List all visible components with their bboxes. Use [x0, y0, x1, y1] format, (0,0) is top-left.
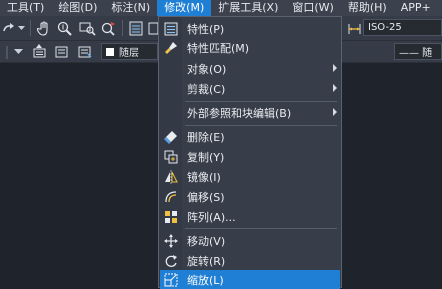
menu-tools[interactable]: 工具(T)	[0, 0, 51, 16]
dimension-style-value: ISO-25	[368, 22, 402, 33]
layer-color-value: 随层	[119, 48, 139, 59]
eraser-icon	[160, 127, 182, 146]
menu-item-label: 对象(O)	[187, 62, 227, 76]
menu-item-label: 镜像(I)	[187, 170, 221, 184]
layer-color-select[interactable]: 随层	[101, 43, 158, 60]
layer-dropdown-chevron-icon[interactable]	[12, 45, 24, 59]
color-swatch	[106, 47, 114, 56]
menu-item-properties[interactable]: 特性(P)	[160, 19, 340, 38]
make-object-layer-current-icon[interactable]	[76, 43, 92, 60]
menu-item-copy[interactable]: 复制(Y)	[160, 147, 340, 166]
redo-dropdown-chevron-icon[interactable]	[17, 24, 25, 32]
menu-separator	[185, 101, 337, 102]
modify-menu-dropdown: 特性(P) 特性匹配(M) 对象(O) 剪裁(C) 外部参照和块编辑(B) 删除…	[158, 16, 342, 289]
layer-previous-icon[interactable]	[31, 43, 47, 60]
menu-modify[interactable]: 修改(M)	[157, 0, 212, 16]
menu-draw[interactable]: 绘图(D)	[51, 0, 104, 16]
menu-item-label: 剪裁(C)	[187, 82, 226, 96]
rotate-icon	[160, 251, 182, 270]
linetype-value: —— 随	[399, 48, 433, 59]
menu-item-label: 删除(E)	[187, 130, 225, 144]
zoom-realtime-icon[interactable]	[56, 20, 72, 36]
menu-separator	[185, 228, 337, 229]
menu-window[interactable]: 窗口(W)	[285, 0, 340, 16]
menu-item-label: 复制(Y)	[187, 150, 225, 164]
menu-item-label: 偏移(S)	[187, 190, 225, 204]
menu-dimension[interactable]: 标注(N)	[104, 0, 157, 16]
menu-item-erase[interactable]: 删除(E)	[160, 127, 340, 146]
offset-icon	[160, 187, 182, 206]
menu-item-object[interactable]: 对象(O)	[160, 59, 340, 78]
dimension-style-select[interactable]: ISO-25	[363, 19, 442, 36]
menu-item-rotate[interactable]: 旋转(R)	[160, 251, 340, 270]
design-center-icon[interactable]	[148, 20, 158, 36]
menu-item-xref-block-edit[interactable]: 外部参照和块编辑(B)	[160, 103, 340, 122]
menu-help[interactable]: 帮助(H)	[341, 0, 394, 16]
mirror-icon	[160, 167, 182, 186]
menu-item-label: 阵列(A)...	[187, 210, 236, 224]
menu-item-label: 特性(P)	[187, 22, 225, 36]
menu-separator	[185, 125, 337, 126]
menu-item-offset[interactable]: 偏移(S)	[160, 187, 340, 206]
menu-item-label: 缩放(L)	[187, 273, 224, 287]
copy-icon	[160, 147, 182, 166]
zoom-previous-icon[interactable]	[100, 20, 116, 36]
redo-icon[interactable]	[2, 20, 16, 36]
menu-item-array[interactable]: 阵列(A)...	[160, 207, 340, 226]
submenu-arrow-icon	[333, 108, 337, 116]
move-icon	[160, 231, 182, 250]
menu-item-clip[interactable]: 剪裁(C)	[160, 79, 340, 98]
properties-icon	[160, 19, 182, 38]
menu-extended-tools[interactable]: 扩展工具(X)	[211, 0, 285, 16]
menu-item-icon-placeholder	[160, 79, 182, 98]
menu-app-plus[interactable]: APP+	[394, 0, 438, 16]
submenu-arrow-icon	[333, 84, 337, 92]
menu-item-match-properties[interactable]: 特性匹配(M)	[160, 38, 340, 57]
properties-palette-icon[interactable]	[128, 20, 144, 36]
menu-item-label: 外部参照和块编辑(B)	[187, 106, 292, 120]
layer-states-icon[interactable]	[53, 43, 69, 60]
toolbar-grip	[4, 45, 10, 59]
menu-item-label: 旋转(R)	[187, 254, 226, 268]
submenu-arrow-icon	[333, 64, 337, 72]
match-properties-brush-icon	[160, 38, 182, 57]
menu-item-label: 移动(V)	[187, 234, 226, 248]
menu-item-move[interactable]: 移动(V)	[160, 231, 340, 250]
menu-bar: 工具(T) 绘图(D) 标注(N) 修改(M) 扩展工具(X) 窗口(W) 帮助…	[0, 0, 442, 16]
menu-item-scale[interactable]: 缩放(L)	[160, 270, 340, 289]
scale-icon	[160, 270, 182, 289]
toolbar-separator	[122, 20, 123, 36]
pan-hand-icon[interactable]	[36, 20, 52, 36]
array-icon	[160, 207, 182, 226]
zoom-window-icon[interactable]	[78, 20, 96, 36]
menu-item-icon-placeholder	[160, 103, 182, 122]
menu-item-icon-placeholder	[160, 59, 182, 78]
toolbar-separator	[30, 20, 31, 36]
dimension-style-icon	[346, 20, 362, 36]
menu-item-mirror[interactable]: 镜像(I)	[160, 167, 340, 186]
menu-item-label: 特性匹配(M)	[187, 41, 250, 55]
linetype-select[interactable]: —— 随	[394, 43, 442, 60]
